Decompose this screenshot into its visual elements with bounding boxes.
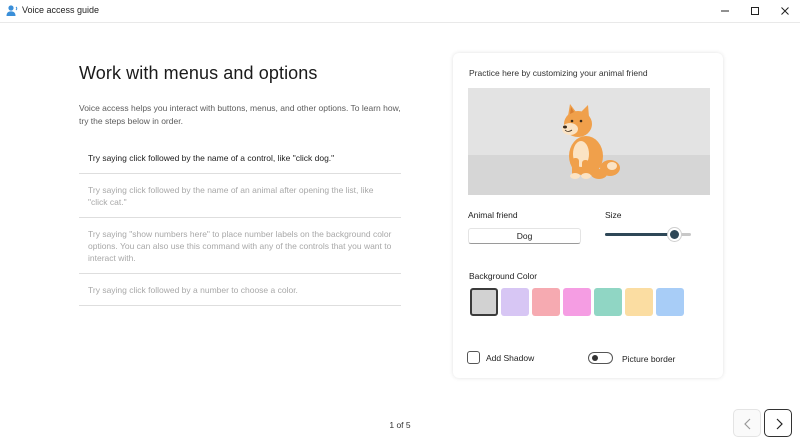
animal-scene	[468, 88, 710, 195]
title-bar: Voice access guide	[0, 0, 800, 23]
voice-access-person-icon	[5, 4, 19, 18]
dog-illustration	[562, 104, 620, 179]
size-slider-fill	[605, 233, 674, 236]
background-color-label: Background Color	[469, 271, 538, 281]
window-title: Voice access guide	[22, 5, 100, 15]
practice-title: Practice here by customizing your animal…	[469, 68, 648, 78]
picture-border-toggle[interactable]	[588, 352, 613, 364]
practice-panel: Practice here by customizing your animal…	[453, 53, 723, 378]
chevron-left-icon	[744, 418, 751, 430]
picture-border-label: Picture border	[622, 354, 676, 364]
maximize-button[interactable]	[740, 0, 770, 22]
step-4: Try saying click followed by a number to…	[79, 274, 401, 306]
size-label: Size	[605, 210, 622, 220]
color-swatch-2[interactable]	[501, 288, 529, 316]
animal-friend-dropdown[interactable]: Dog	[468, 228, 581, 244]
color-swatch-7[interactable]	[656, 288, 684, 316]
color-swatch-3[interactable]	[532, 288, 560, 316]
next-button[interactable]	[764, 409, 792, 437]
size-slider-thumb[interactable]	[669, 230, 679, 239]
previous-button[interactable]	[733, 409, 761, 437]
toggle-knob	[592, 355, 598, 361]
color-swatch-6[interactable]	[625, 288, 653, 316]
steps-list: Try saying click followed by the name of…	[79, 143, 401, 306]
step-3: Try saying "show numbers here" to place …	[79, 218, 401, 274]
close-icon	[781, 7, 789, 15]
add-shadow-label: Add Shadow	[486, 353, 535, 363]
animal-friend-label: Animal friend	[468, 210, 518, 220]
size-slider[interactable]	[605, 230, 691, 239]
minimize-icon	[721, 10, 729, 12]
intro-text: Voice access helps you interact with but…	[79, 103, 401, 126]
chevron-right-icon	[776, 418, 783, 430]
add-shadow-checkbox[interactable]	[467, 351, 480, 364]
color-swatch-5[interactable]	[594, 288, 622, 316]
color-swatch-1[interactable]	[470, 288, 498, 316]
minimize-button[interactable]	[710, 0, 740, 22]
maximize-icon	[751, 7, 759, 15]
color-swatch-4[interactable]	[563, 288, 591, 316]
page-heading: Work with menus and options	[79, 63, 318, 83]
close-button[interactable]	[770, 0, 800, 22]
step-1: Try saying click followed by the name of…	[79, 143, 401, 174]
step-2: Try saying click followed by the name of…	[79, 174, 401, 218]
page-indicator: 1 of 5	[389, 420, 411, 430]
